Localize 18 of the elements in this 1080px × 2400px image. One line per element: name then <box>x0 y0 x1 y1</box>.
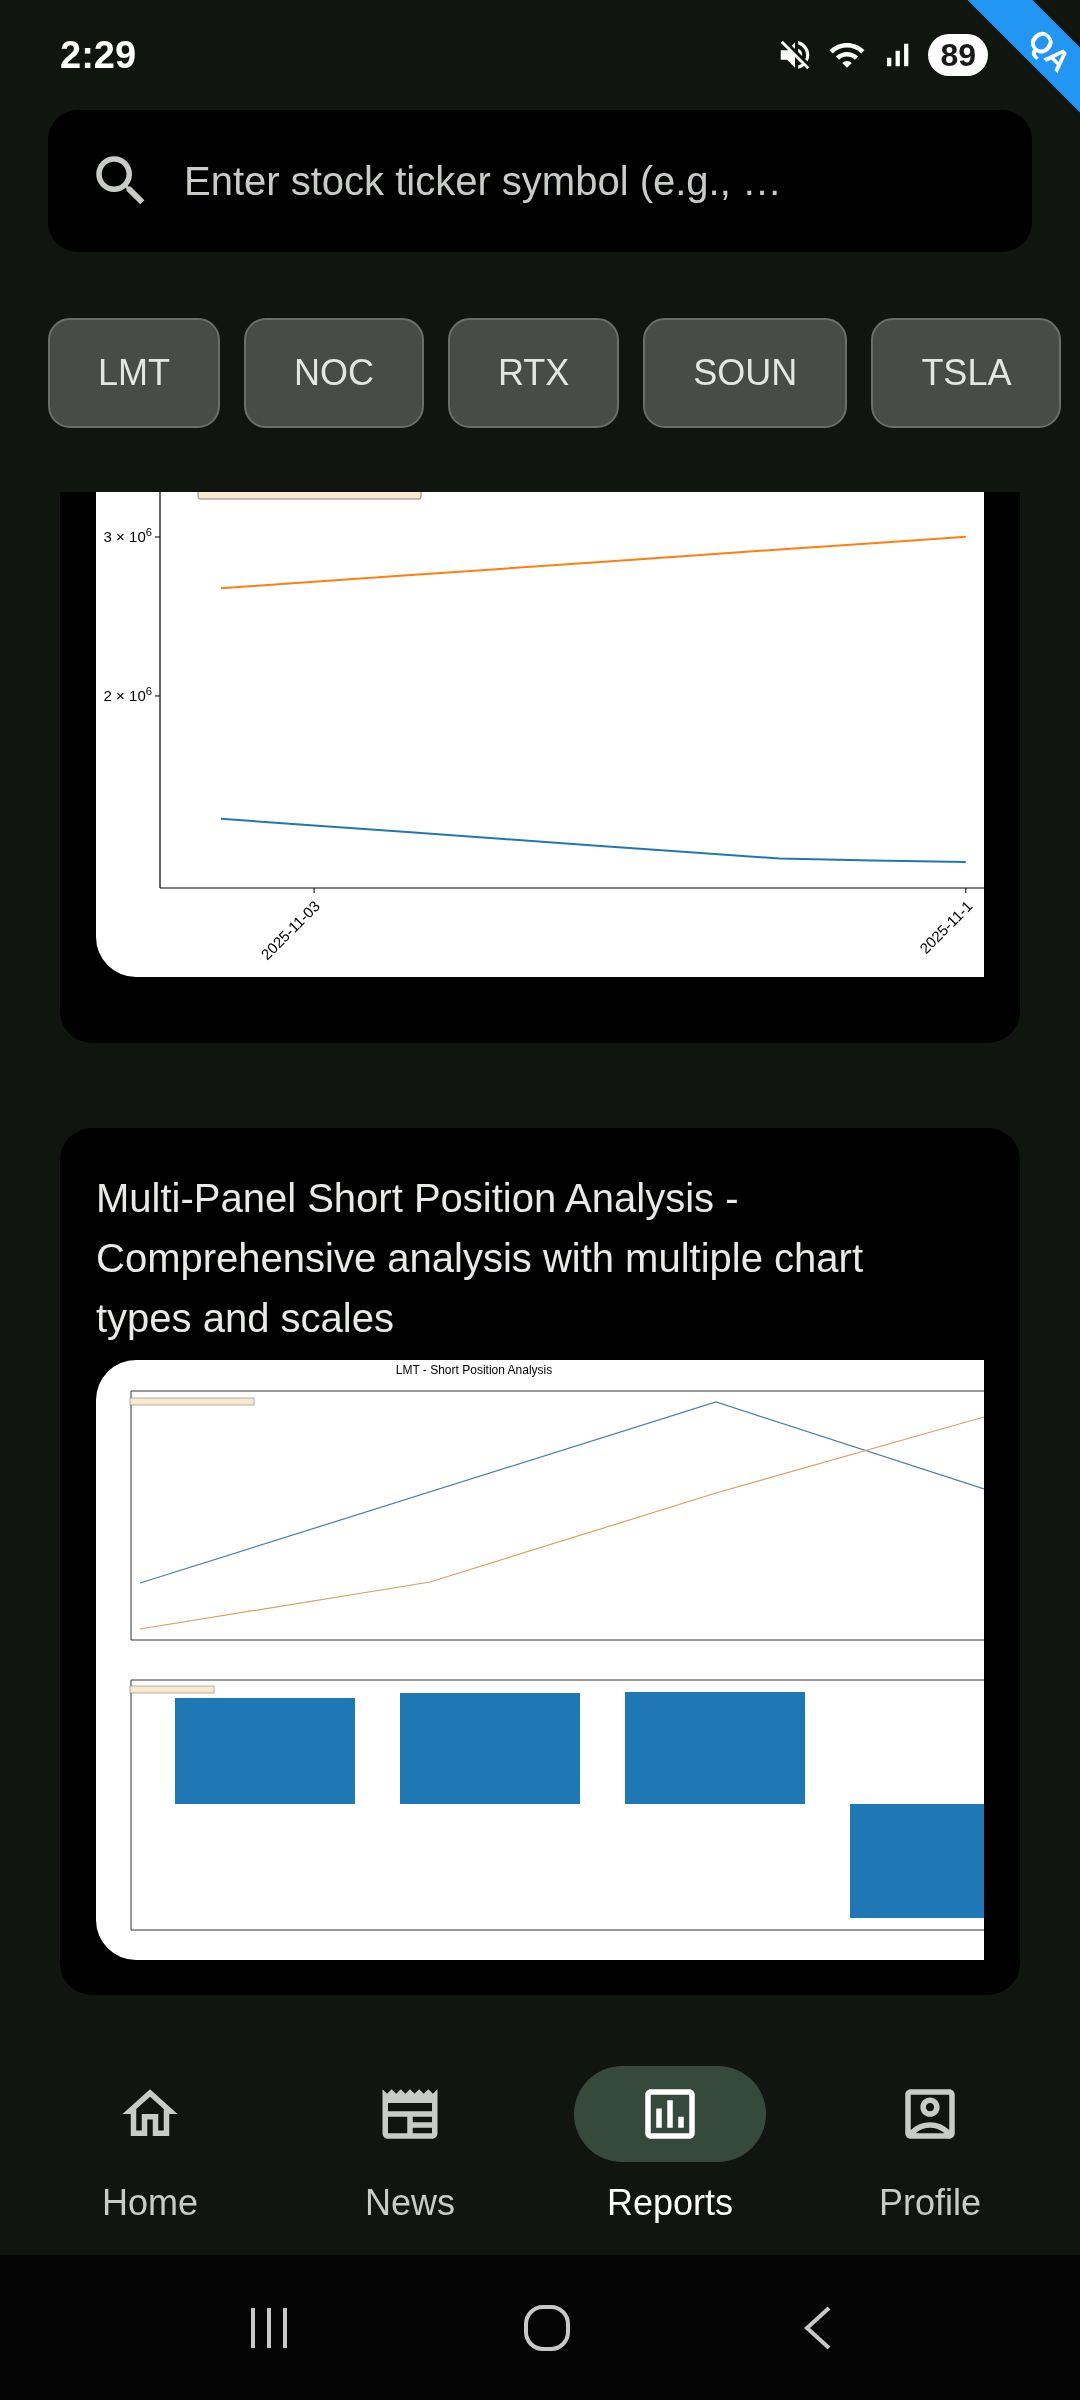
ticker-chip[interactable]: LMT <box>48 318 220 428</box>
search-field[interactable]: Enter stock ticker symbol (e.g., … <box>48 110 1032 252</box>
ticker-chip[interactable]: RTX <box>448 318 620 428</box>
nav-tab[interactable]: News <box>295 2065 525 2230</box>
nav-tab[interactable]: Home <box>35 2065 265 2230</box>
search-input[interactable]: Enter stock ticker symbol (e.g., … <box>184 151 1002 211</box>
nav-tab[interactable]: Reports <box>555 2065 785 2230</box>
ticker-chip[interactable]: TSLA <box>871 318 1062 428</box>
nav-tab[interactable]: Profile <box>815 2065 1045 2230</box>
y-tick-label: 3 × 10$^{6}$ <box>103 529 152 544</box>
ticker-chip[interactable]: SOUN <box>643 318 848 428</box>
y-tick-label: 2 × 10$^{6}$ <box>103 687 152 703</box>
status-time: 2:29 <box>60 32 137 78</box>
ticker-chip[interactable]: NOC <box>244 318 424 428</box>
battery-indicator: 89 <box>928 34 988 76</box>
card-title: Multi-Panel Short Position Analysis - Comprehensive analysis with multiple chart types and scales <box>96 1175 864 1342</box>
home-button-icon[interactable] <box>522 2302 572 2353</box>
chart-title: LMT - Short Position Analysis <box>395 1363 553 1377</box>
